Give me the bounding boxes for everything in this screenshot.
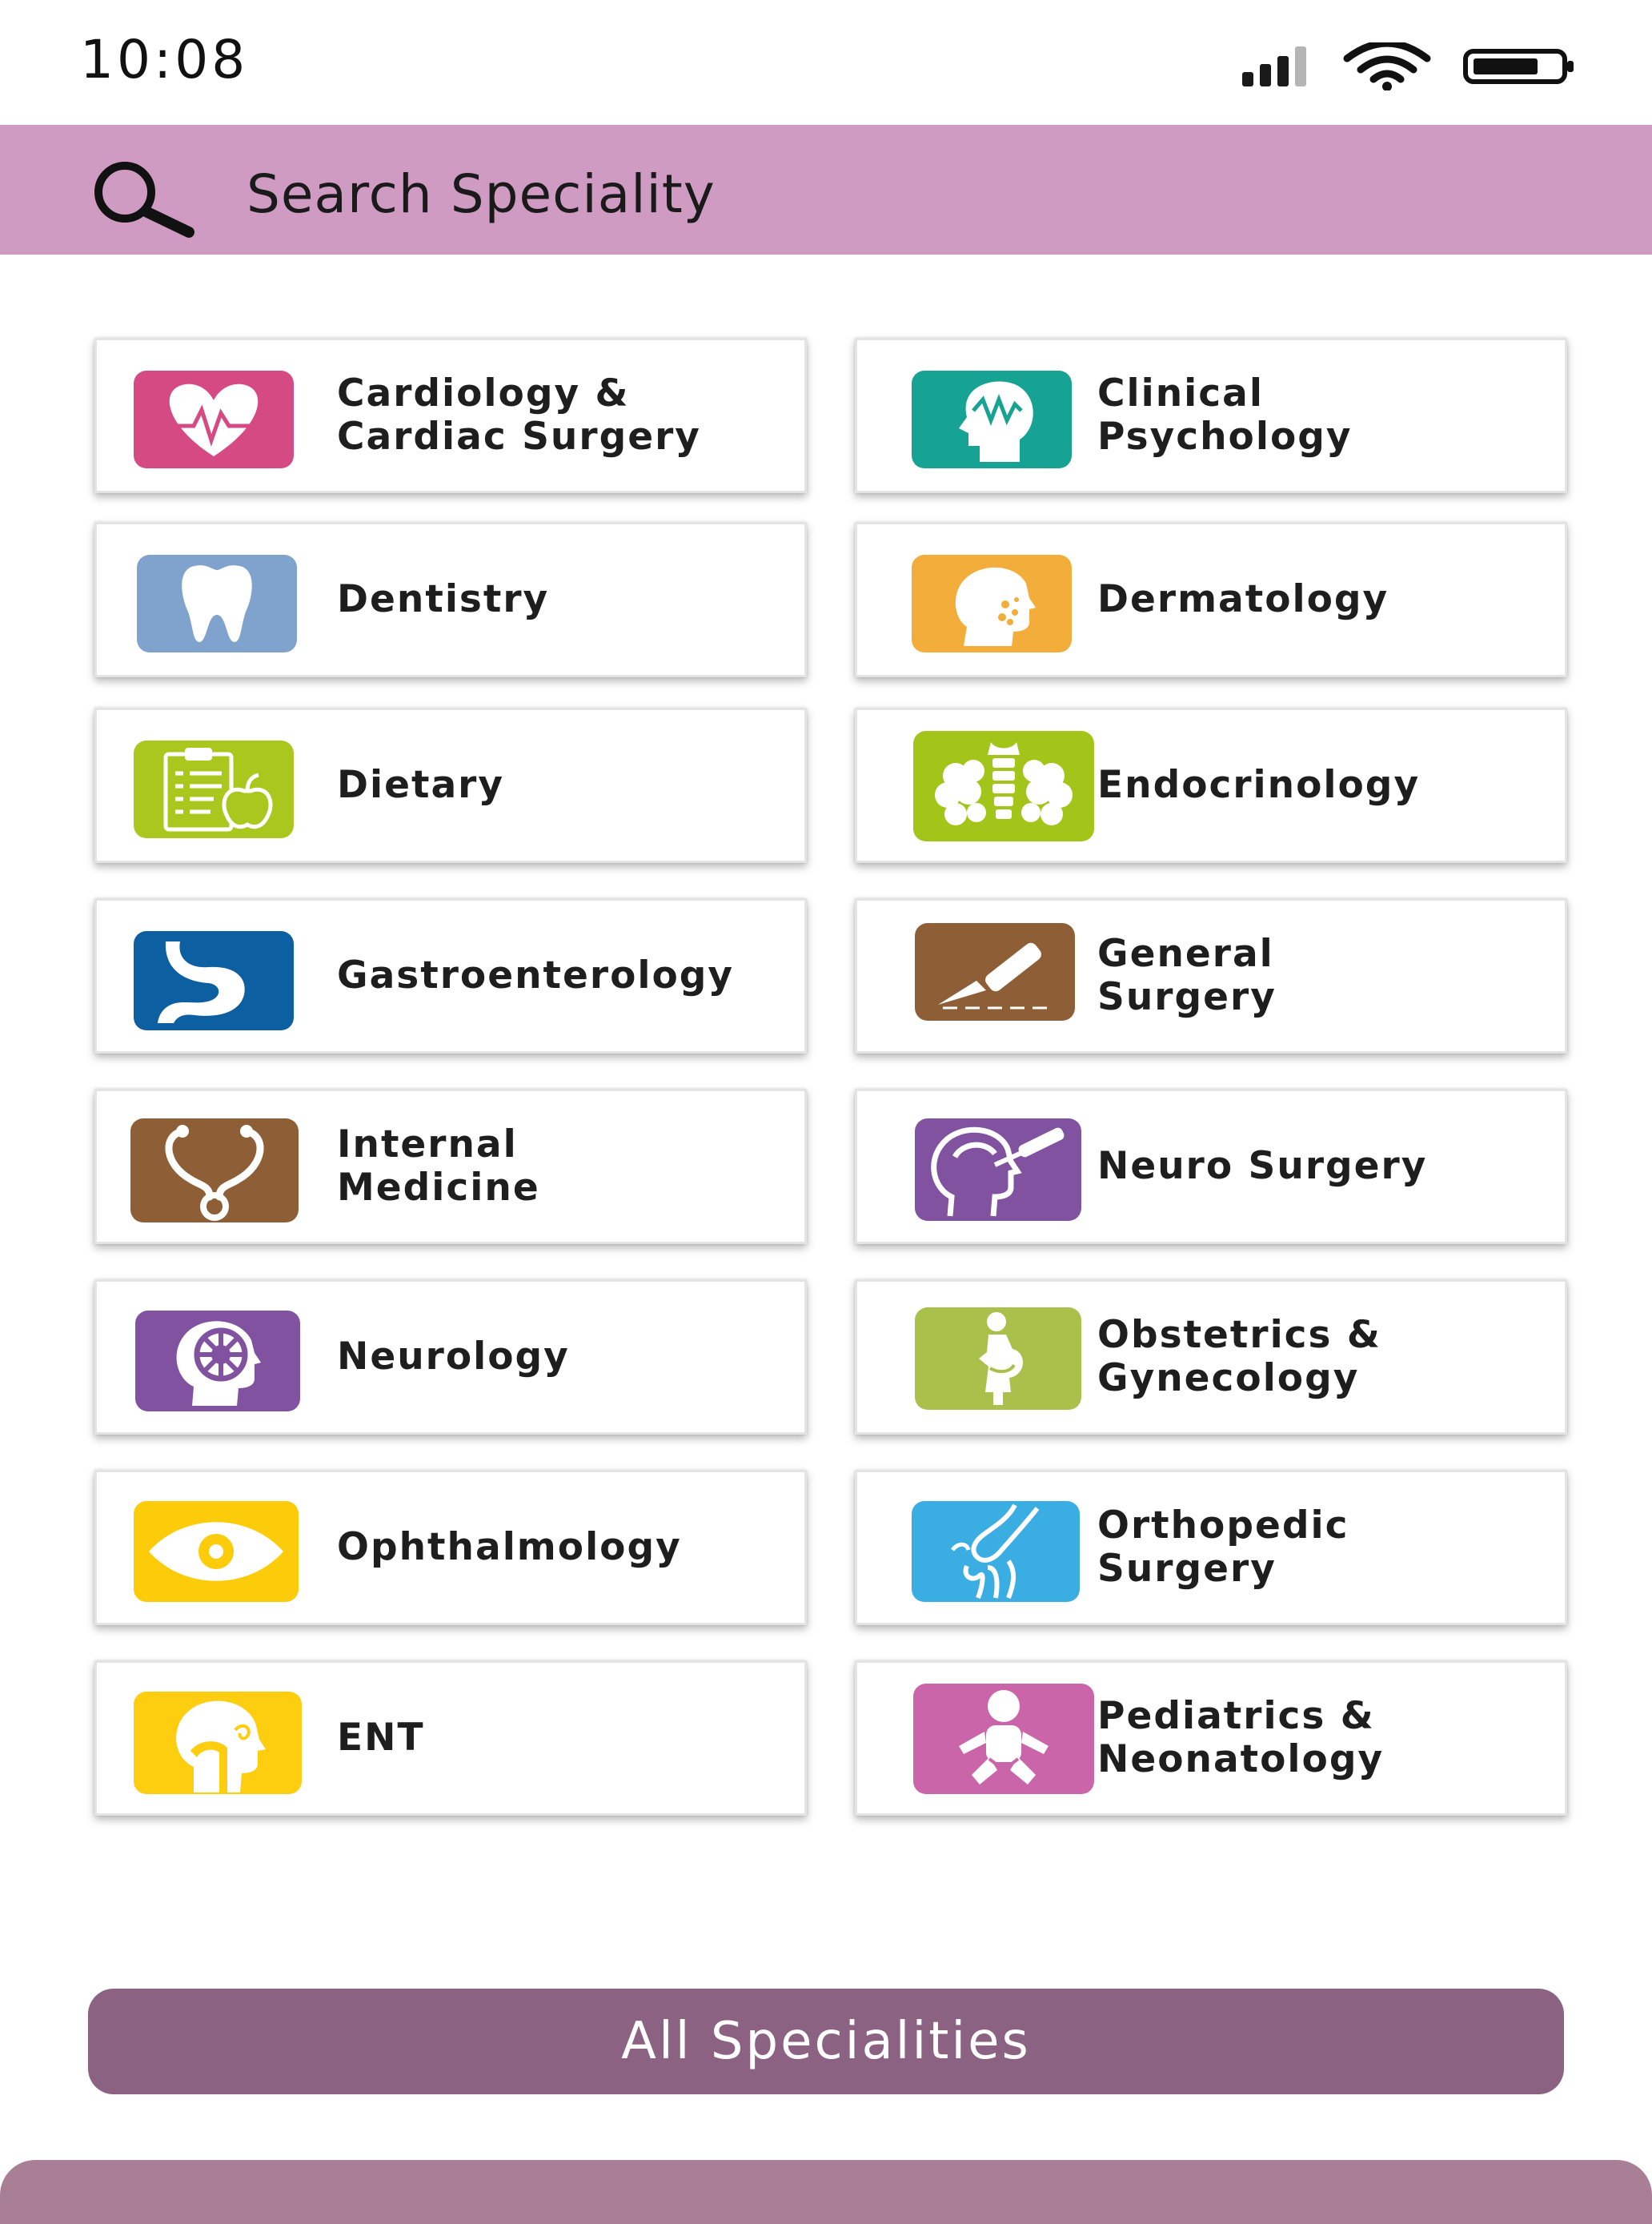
stomach-icon: [134, 931, 294, 1030]
card-label: Clinical Psychology: [1097, 371, 1353, 459]
scalpel-icon: [915, 923, 1075, 1021]
head-wave-icon: [912, 371, 1072, 468]
card-endocrinology[interactable]: Endocrinology: [855, 708, 1567, 863]
card-dietary[interactable]: Dietary: [94, 708, 807, 863]
pregnant-woman-icon: [915, 1307, 1081, 1410]
head-scalpel-icon: [915, 1118, 1081, 1221]
battery-icon: [1463, 49, 1574, 84]
status-bar: 10:08: [0, 0, 1652, 125]
card-cardiology[interactable]: Cardiology & Cardiac Surgery: [94, 338, 807, 493]
tooth-icon: [137, 555, 297, 652]
search-bar[interactable]: Search Speciality: [0, 125, 1652, 255]
card-dermatology[interactable]: Dermatology: [855, 522, 1567, 677]
card-label: Obstetrics & Gynecology: [1097, 1313, 1381, 1400]
card-label: Orthopedic Surgery: [1097, 1503, 1349, 1591]
clipboard-apple-icon: [134, 741, 294, 838]
card-orthopedic-surgery[interactable]: Orthopedic Surgery: [855, 1470, 1567, 1625]
head-throat-icon: [134, 1692, 302, 1794]
status-time: 10:08: [80, 29, 249, 90]
card-neurology[interactable]: Neurology: [94, 1279, 807, 1435]
signal-icon: [1242, 46, 1306, 86]
baby-icon: [913, 1684, 1094, 1794]
eye-icon: [134, 1501, 299, 1602]
wifi-icon: [1343, 42, 1431, 90]
stethoscope-icon: [130, 1118, 299, 1222]
card-label: Neuro Surgery: [1097, 1144, 1428, 1188]
status-icons: [1242, 38, 1575, 94]
card-general-surgery[interactable]: General Surgery: [855, 898, 1567, 1054]
card-neuro-surgery[interactable]: Neuro Surgery: [855, 1089, 1567, 1244]
card-label: Gastroenterology: [337, 953, 735, 998]
card-label: Dermatology: [1097, 577, 1389, 621]
card-obstetrics-gynecology[interactable]: Obstetrics & Gynecology: [855, 1279, 1567, 1435]
bottom-bar: [0, 2160, 1652, 2224]
card-label: Endocrinology: [1097, 763, 1421, 807]
card-label: Internal Medicine: [337, 1122, 540, 1210]
card-label: ENT: [337, 1716, 425, 1760]
card-label: Pediatrics & Neonatology: [1097, 1694, 1385, 1781]
search-icon: [94, 162, 194, 238]
all-specialities-button[interactable]: All Specialities: [88, 1989, 1564, 2094]
search-input[interactable]: Search Speciality: [247, 163, 716, 225]
card-label: Cardiology & Cardiac Surgery: [337, 371, 701, 459]
heart-pulse-icon: [134, 371, 294, 468]
knee-joint-icon: [912, 1501, 1080, 1602]
card-label: General Surgery: [1097, 932, 1277, 1019]
card-label: Dentistry: [337, 577, 550, 621]
card-label: Ophthalmology: [337, 1525, 682, 1569]
card-dentistry[interactable]: Dentistry: [94, 522, 807, 677]
card-gastroenterology[interactable]: Gastroenterology: [94, 898, 807, 1054]
card-clinical-psychology[interactable]: Clinical Psychology: [855, 338, 1567, 493]
card-pediatrics-neonatology[interactable]: Pediatrics & Neonatology: [855, 1660, 1567, 1816]
card-ophthalmology[interactable]: Ophthalmology: [94, 1470, 807, 1625]
card-internal-medicine[interactable]: Internal Medicine: [94, 1089, 807, 1244]
thyroid-glands-icon: [913, 731, 1094, 841]
card-label: Dietary: [337, 763, 504, 807]
brain-head-icon: [135, 1311, 300, 1411]
card-label: Neurology: [337, 1335, 570, 1379]
face-spots-icon: [912, 555, 1072, 652]
card-ent[interactable]: ENT: [94, 1660, 807, 1816]
